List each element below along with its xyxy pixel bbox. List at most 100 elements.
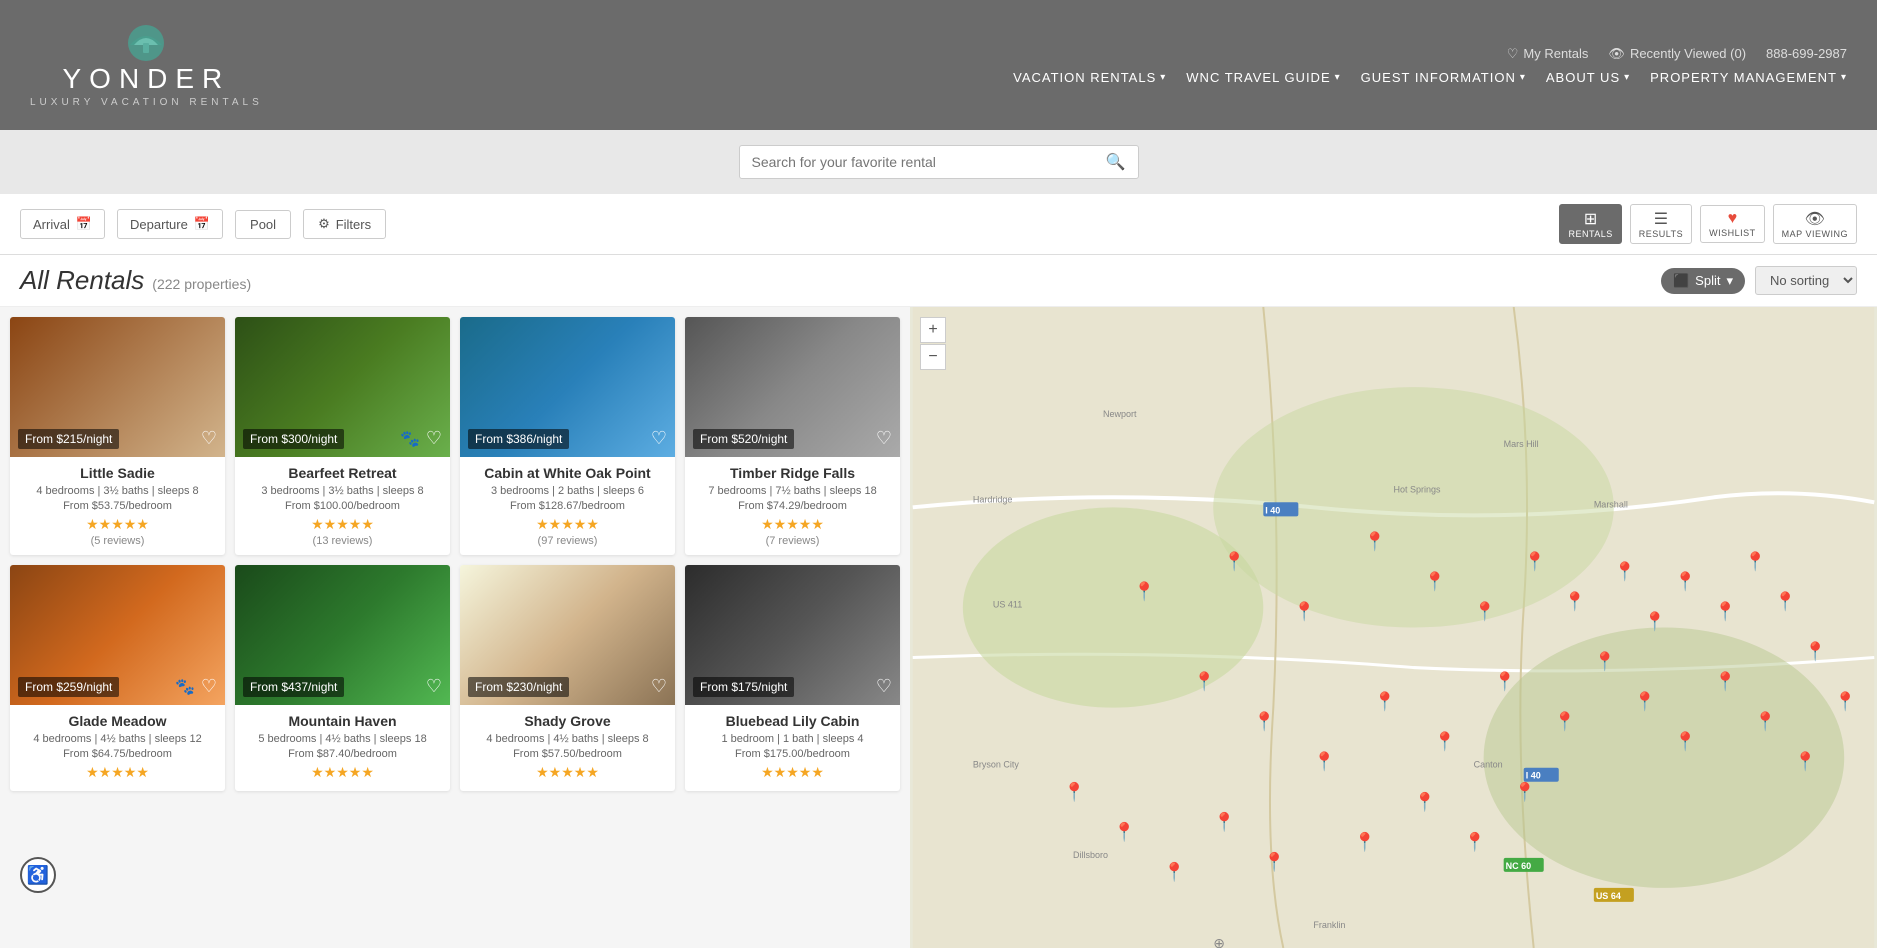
card-body: Shady Grove 4 bedrooms | 4½ baths | slee… bbox=[460, 705, 675, 791]
listing-card[interactable]: From $386/night ♡ Cabin at White Oak Poi… bbox=[460, 317, 675, 555]
card-name: Little Sadie bbox=[20, 465, 215, 481]
card-price-badge: From $386/night bbox=[468, 429, 569, 449]
card-details: 4 bedrooms | 3½ baths | sleeps 8 bbox=[20, 485, 215, 497]
card-icons: ♡ bbox=[651, 676, 667, 697]
card-price-badge: From $230/night bbox=[468, 677, 569, 697]
filter-bar: Arrival 📅 Departure 📅 Pool ⚙ Filters ⊞ R… bbox=[0, 194, 1877, 255]
svg-text:📍: 📍 bbox=[1774, 590, 1796, 611]
svg-text:📍: 📍 bbox=[1434, 731, 1456, 752]
card-details: 4 bedrooms | 4½ baths | sleeps 8 bbox=[470, 733, 665, 745]
card-price-per: From $53.75/bedroom bbox=[20, 500, 215, 512]
departure-button[interactable]: Departure 📅 bbox=[117, 209, 223, 239]
map-svg: Hardridge Newport Hot Springs Mars Hill … bbox=[910, 307, 1877, 948]
listing-card[interactable]: From $437/night ♡ Mountain Haven 5 bedro… bbox=[235, 565, 450, 791]
view-wishlist-button[interactable]: ♥ WISHLIST bbox=[1700, 205, 1765, 243]
view-map-button[interactable]: 👁 MAP VIEWING bbox=[1773, 204, 1857, 244]
card-details: 3 bedrooms | 3½ baths | sleeps 8 bbox=[245, 485, 440, 497]
accessibility-button[interactable]: ♿ bbox=[20, 857, 56, 893]
search-button[interactable]: 🔍 bbox=[1106, 152, 1126, 172]
nav-guest-information[interactable]: GUEST INFORMATION ▾ bbox=[1361, 70, 1526, 85]
card-stars: ★★★★★ bbox=[245, 764, 440, 781]
card-stars: ★★★★★ bbox=[20, 516, 215, 533]
card-image-wrap: From $259/night 🐾 ♡ bbox=[10, 565, 225, 705]
search-input[interactable] bbox=[752, 154, 1106, 170]
svg-text:📍: 📍 bbox=[1554, 711, 1576, 732]
listing-card[interactable]: From $259/night 🐾 ♡ Glade Meadow 4 bedro… bbox=[10, 565, 225, 791]
listing-card[interactable]: From $520/night ♡ Timber Ridge Falls 7 b… bbox=[685, 317, 900, 555]
sort-select[interactable]: No sorting bbox=[1755, 266, 1857, 295]
card-details: 4 bedrooms | 4½ baths | sleeps 12 bbox=[20, 733, 215, 745]
favorite-button[interactable]: ♡ bbox=[201, 428, 217, 449]
zoom-out-button[interactable]: − bbox=[920, 344, 946, 370]
zoom-in-button[interactable]: + bbox=[920, 317, 946, 343]
svg-text:📍: 📍 bbox=[1353, 831, 1375, 852]
chevron-down-icon: ▾ bbox=[1726, 273, 1733, 289]
recently-viewed-link[interactable]: 👁 Recently Viewed (0) bbox=[1608, 46, 1746, 62]
favorite-button[interactable]: ♡ bbox=[876, 428, 892, 449]
card-name: Bluebead Lily Cabin bbox=[695, 713, 890, 729]
favorite-button[interactable]: ♡ bbox=[426, 676, 442, 697]
nav-wnc-travel-guide[interactable]: WNC TRAVEL GUIDE ▾ bbox=[1186, 70, 1340, 85]
listing-card[interactable]: From $300/night 🐾 ♡ Bearfeet Retreat 3 b… bbox=[235, 317, 450, 555]
arrival-button[interactable]: Arrival 📅 bbox=[20, 209, 105, 239]
svg-text:Marshall: Marshall bbox=[1594, 499, 1628, 509]
toggle-icon: ⬛ bbox=[1673, 273, 1689, 289]
listing-card[interactable]: From $175/night ♡ Bluebead Lily Cabin 1 … bbox=[685, 565, 900, 791]
results-label: RESULTS bbox=[1639, 229, 1683, 239]
view-rentals-button[interactable]: ⊞ RENTALS bbox=[1559, 204, 1621, 244]
pool-button[interactable]: Pool bbox=[235, 210, 291, 239]
favorite-button[interactable]: ♡ bbox=[876, 676, 892, 697]
card-price-per: From $87.40/bedroom bbox=[245, 748, 440, 760]
svg-text:📍: 📍 bbox=[1414, 791, 1436, 812]
chevron-down-icon: ▾ bbox=[1160, 72, 1166, 83]
svg-text:📍: 📍 bbox=[1063, 781, 1085, 802]
favorite-button[interactable]: ♡ bbox=[651, 676, 667, 697]
card-stars: ★★★★★ bbox=[470, 764, 665, 781]
svg-text:📍: 📍 bbox=[1424, 570, 1446, 591]
card-reviews: (7 reviews) bbox=[695, 535, 890, 547]
favorite-button[interactable]: ♡ bbox=[201, 676, 217, 697]
nav-property-management[interactable]: PROPERTY MANAGEMENT ▾ bbox=[1650, 70, 1847, 85]
card-details: 1 bedroom | 1 bath | sleeps 4 bbox=[695, 733, 890, 745]
logo-area[interactable]: YONDER LUXURY VACATION RENTALS bbox=[30, 23, 263, 108]
nav-about-us[interactable]: ABOUT US ▾ bbox=[1546, 70, 1630, 85]
listing-card[interactable]: From $215/night ♡ Little Sadie 4 bedroom… bbox=[10, 317, 225, 555]
card-price-per: From $100.00/bedroom bbox=[245, 500, 440, 512]
card-icons: 🐾 ♡ bbox=[175, 676, 217, 697]
svg-text:📍: 📍 bbox=[1193, 671, 1215, 692]
search-bar: 🔍 bbox=[0, 130, 1877, 194]
card-price-badge: From $259/night bbox=[18, 677, 119, 697]
card-icons: 🐾 ♡ bbox=[400, 428, 442, 449]
rentals-label: RENTALS bbox=[1568, 229, 1612, 239]
listing-card[interactable]: From $230/night ♡ Shady Grove 4 bedrooms… bbox=[460, 565, 675, 791]
favorite-button[interactable]: ♡ bbox=[426, 428, 442, 449]
my-rentals-link[interactable]: ♡ My Rentals bbox=[1507, 46, 1589, 62]
chevron-down-icon: ▾ bbox=[1520, 72, 1526, 83]
card-stars: ★★★★★ bbox=[20, 764, 215, 781]
svg-text:📍: 📍 bbox=[1464, 831, 1486, 852]
svg-text:📍: 📍 bbox=[1494, 671, 1516, 692]
phone-link[interactable]: 888-699-2987 bbox=[1766, 46, 1847, 61]
favorite-button[interactable]: ♡ bbox=[651, 428, 667, 449]
filters-button[interactable]: ⚙ Filters bbox=[303, 209, 386, 239]
card-image-wrap: From $437/night ♡ bbox=[235, 565, 450, 705]
card-price-badge: From $300/night bbox=[243, 429, 344, 449]
view-results-button[interactable]: ☰ RESULTS bbox=[1630, 204, 1692, 244]
view-buttons: ⊞ RENTALS ☰ RESULTS ♥ WISHLIST 👁 MAP VIE… bbox=[1559, 204, 1857, 244]
search-input-wrap: 🔍 bbox=[739, 145, 1139, 179]
card-name: Glade Meadow bbox=[20, 713, 215, 729]
svg-text:📍: 📍 bbox=[1363, 530, 1385, 551]
card-name: Cabin at White Oak Point bbox=[470, 465, 665, 481]
svg-text:📍: 📍 bbox=[1834, 691, 1856, 712]
svg-text:Hardridge: Hardridge bbox=[973, 494, 1013, 504]
chevron-down-icon: ▾ bbox=[1335, 72, 1341, 83]
card-reviews: (97 reviews) bbox=[470, 535, 665, 547]
svg-text:📍: 📍 bbox=[1263, 851, 1285, 872]
svg-text:📍: 📍 bbox=[1714, 600, 1736, 621]
card-image-wrap: From $386/night ♡ bbox=[460, 317, 675, 457]
split-toggle[interactable]: ⬛ Split ▾ bbox=[1661, 268, 1745, 294]
filter-icon: ⚙ bbox=[318, 216, 330, 232]
card-price-badge: From $437/night bbox=[243, 677, 344, 697]
nav-vacation-rentals[interactable]: VACATION RENTALS ▾ bbox=[1013, 70, 1166, 85]
header-right: ♡ My Rentals 👁 Recently Viewed (0) 888-6… bbox=[1013, 46, 1847, 85]
